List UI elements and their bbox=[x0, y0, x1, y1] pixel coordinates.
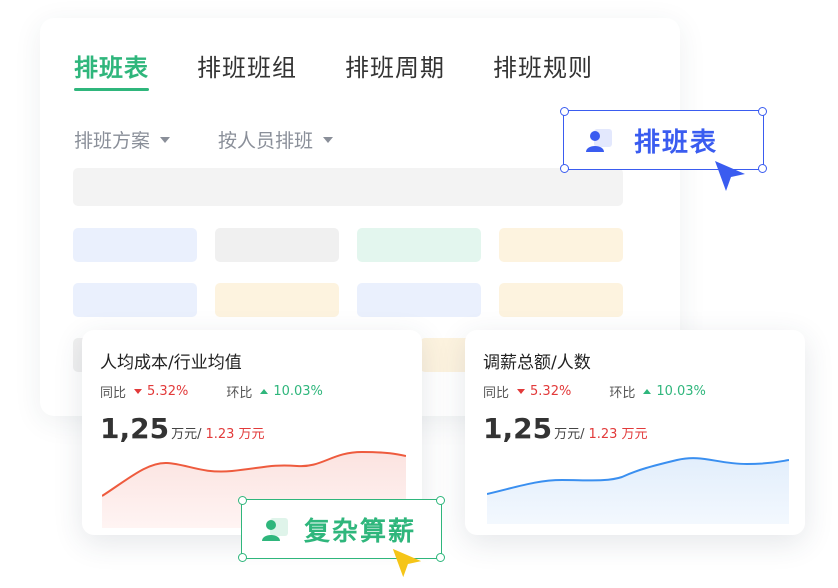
arrow-up-icon bbox=[643, 389, 652, 394]
raise-trend-area bbox=[487, 458, 789, 524]
scheme-dropdown[interactable]: 排班方案 bbox=[74, 126, 171, 153]
cursor-pointer-icon bbox=[715, 161, 745, 191]
arrow-down-icon bbox=[134, 389, 143, 394]
resize-handle[interactable] bbox=[560, 164, 569, 173]
kpi-compare-row: 同比 5.32% 环比 10.03% bbox=[100, 382, 323, 401]
tab-bar: 排班表 排班班组 排班周期 排班规则 bbox=[74, 48, 593, 91]
cursor-pointer-icon bbox=[392, 548, 422, 578]
shift-block[interactable] bbox=[73, 283, 197, 317]
raise-trend-chart bbox=[487, 457, 789, 524]
kpi-unit: 万元/ bbox=[171, 427, 202, 442]
yoy-value: 5.32% bbox=[530, 384, 572, 399]
kpi-card-raise: 调薪总额/人数 同比 5.32% 环比 10.03% 1,25 万元/ 1.23… bbox=[465, 330, 805, 535]
shift-block[interactable] bbox=[357, 283, 481, 317]
kpi-title: 人均成本/行业均值 bbox=[100, 353, 242, 373]
chevron-down-icon bbox=[160, 136, 171, 143]
mom-label: 环比 bbox=[609, 386, 636, 401]
resize-handle[interactable] bbox=[238, 553, 247, 562]
chevron-down-icon bbox=[323, 136, 334, 143]
filter-bar: 排班方案 按人员排班 bbox=[74, 126, 334, 153]
person-icon bbox=[586, 129, 612, 152]
shift-block[interactable] bbox=[499, 283, 623, 317]
yoy-label: 同比 bbox=[100, 386, 127, 401]
arrow-up-icon bbox=[260, 389, 269, 394]
resize-handle[interactable] bbox=[560, 107, 569, 116]
mom-value: 10.03% bbox=[273, 384, 323, 399]
tab-shift-group[interactable]: 排班班组 bbox=[197, 48, 297, 83]
shift-block[interactable] bbox=[499, 228, 623, 262]
kpi-value: 1,25 bbox=[100, 412, 170, 445]
kpi-title: 调薪总额/人数 bbox=[483, 353, 591, 373]
arrow-down-icon bbox=[517, 389, 526, 394]
yoy-value: 5.32% bbox=[147, 384, 189, 399]
resize-handle[interactable] bbox=[758, 107, 767, 116]
kpi-sub-value: 1.23 万元 bbox=[588, 427, 648, 442]
resize-handle[interactable] bbox=[238, 496, 247, 505]
mom-value: 10.03% bbox=[656, 384, 706, 399]
kpi-value-row: 1,25 万元/ 1.23 万元 bbox=[483, 412, 648, 445]
kpi-sub-value: 1.23 万元 bbox=[205, 427, 265, 442]
yoy-label: 同比 bbox=[483, 386, 510, 401]
shift-block[interactable] bbox=[215, 228, 339, 262]
resize-handle[interactable] bbox=[758, 164, 767, 173]
resize-handle[interactable] bbox=[436, 496, 445, 505]
by-person-dropdown[interactable]: 按人员排班 bbox=[218, 126, 334, 153]
shift-block[interactable] bbox=[215, 283, 339, 317]
shift-block[interactable] bbox=[73, 228, 197, 262]
scheme-dropdown-label: 排班方案 bbox=[74, 130, 151, 152]
kpi-compare-row: 同比 5.32% 环比 10.03% bbox=[483, 382, 706, 401]
tab-shift-rules[interactable]: 排班规则 bbox=[493, 48, 593, 83]
kpi-value: 1,25 bbox=[483, 412, 553, 445]
shift-block[interactable] bbox=[357, 228, 481, 262]
schedule-float-text: 排班表 bbox=[634, 127, 719, 158]
kpi-unit: 万元/ bbox=[554, 427, 585, 442]
resize-handle[interactable] bbox=[436, 553, 445, 562]
mom-label: 环比 bbox=[226, 386, 253, 401]
person-icon bbox=[262, 518, 288, 541]
kpi-value-row: 1,25 万元/ 1.23 万元 bbox=[100, 412, 265, 445]
by-person-dropdown-label: 按人员排班 bbox=[218, 130, 314, 152]
placeholder-bar bbox=[73, 168, 623, 206]
tab-shift-cycle[interactable]: 排班周期 bbox=[345, 48, 445, 83]
tab-schedule[interactable]: 排班表 bbox=[74, 48, 149, 91]
salary-float-text: 复杂算薪 bbox=[304, 516, 417, 547]
